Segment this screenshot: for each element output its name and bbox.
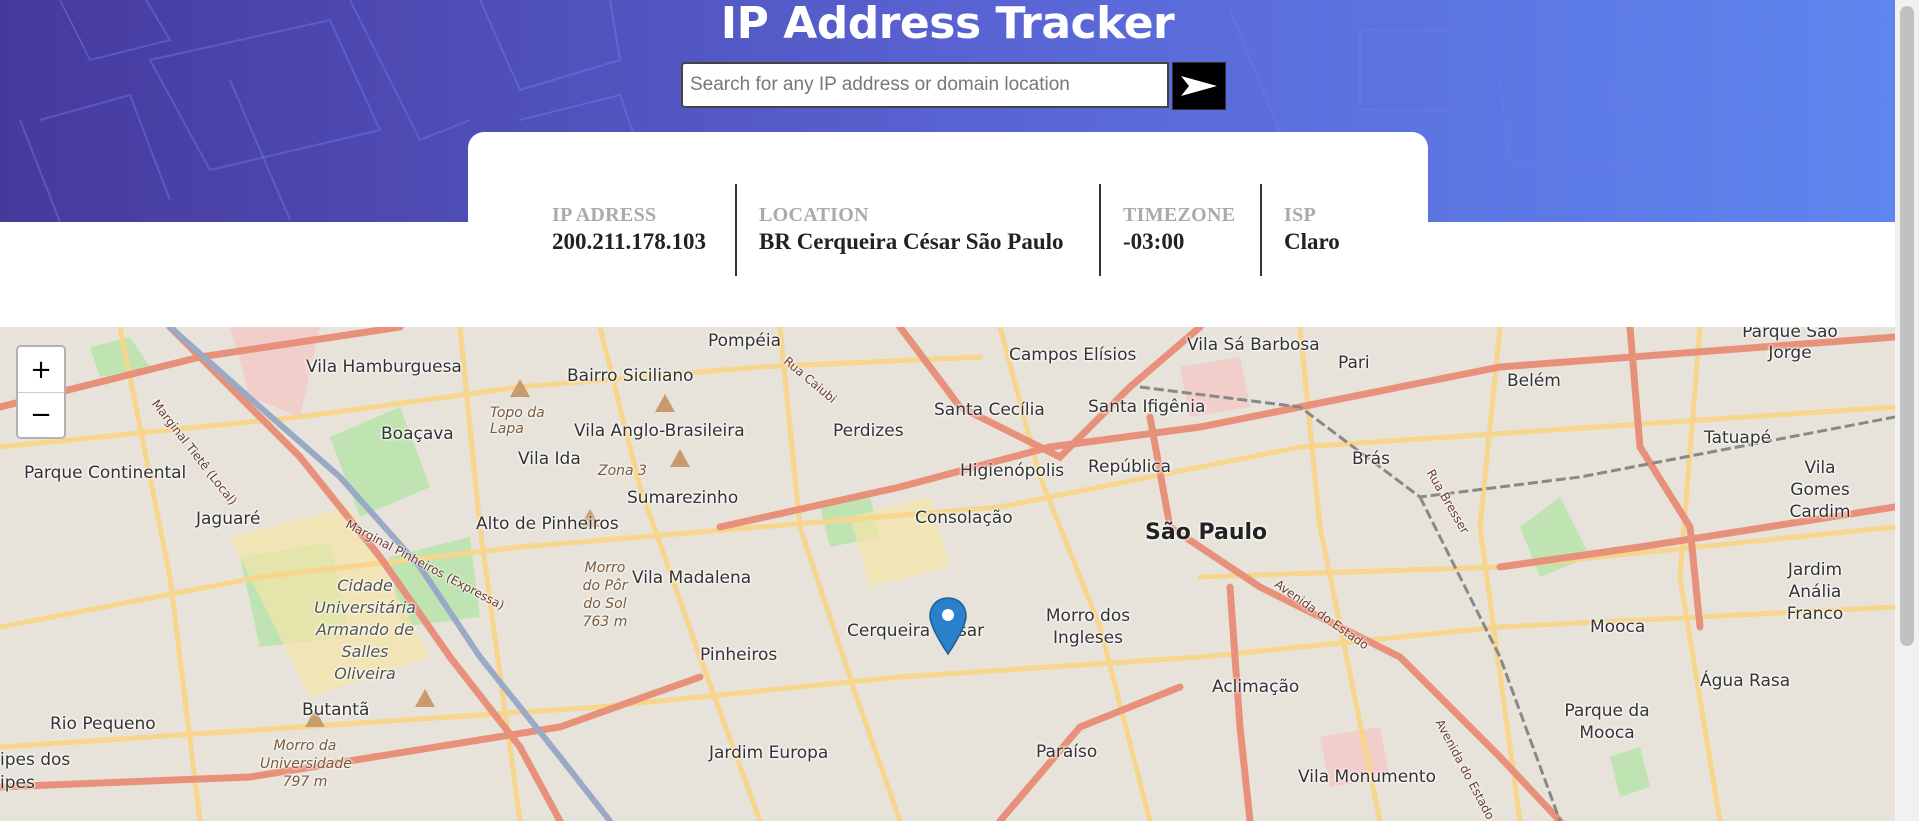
divider — [1260, 184, 1262, 276]
map-label: Consolação — [915, 508, 1013, 528]
timezone-label: TIMEZONE — [1123, 204, 1236, 226]
map-label: Rio Pequeno — [50, 714, 156, 734]
map-label: Tatuapé — [1704, 428, 1772, 448]
zoom-in-button[interactable]: + — [18, 347, 64, 392]
map-label: Pari — [1338, 353, 1370, 373]
map-label: Sumarezinho — [627, 488, 739, 508]
map-label: Butantã — [302, 700, 370, 720]
map-label: Jaguaré — [196, 509, 261, 529]
map-label: Vila Gomes Cardim — [1789, 458, 1851, 522]
scrollbar-thumb[interactable] — [1900, 6, 1914, 646]
map-marker-icon[interactable] — [929, 597, 967, 655]
map-view[interactable]: Pompéia Campos Elísios Vila Sá Barbosa P… — [0, 327, 1895, 821]
map-label: Vila Hamburguesa — [306, 357, 462, 377]
arrow-right-icon — [1181, 76, 1217, 96]
map-label: ipes dos — [0, 750, 71, 770]
map-label: Zona 3 — [598, 463, 647, 479]
map-label: Vila Ida — [518, 449, 581, 469]
location-label: LOCATION — [759, 204, 869, 226]
page-title: IP Address Tracker — [720, 0, 1175, 49]
map-label: Paraíso — [1036, 742, 1098, 762]
map-label: Mooca — [1590, 617, 1646, 637]
map-label: Parque São Jorge — [1742, 327, 1838, 363]
submit-button[interactable] — [1172, 62, 1226, 110]
map-label: Pompéia — [708, 331, 781, 351]
zoom-out-button[interactable]: − — [18, 392, 64, 437]
ip-value: 200.211.178.103 — [552, 229, 706, 254]
location-value: BR Cerqueira César São Paulo — [759, 229, 1064, 254]
map-label: Morro da Universidade 797 m — [260, 738, 352, 790]
map-label: Jardim Europa — [709, 743, 829, 763]
map-label: Belém — [1507, 371, 1561, 391]
map-label: Água Rasa — [1700, 671, 1791, 691]
map-label: Pinheiros — [700, 645, 778, 665]
isp-label: ISP — [1284, 204, 1317, 226]
zoom-control: + − — [16, 345, 66, 439]
map-label: Higienópolis — [960, 461, 1065, 481]
map-label: Vila Monumento — [1298, 767, 1437, 787]
map-label: Santa Ifigênia — [1088, 397, 1206, 417]
map-label: Brás — [1352, 449, 1390, 469]
scrollbar[interactable] — [1895, 0, 1919, 821]
map-label: Parque da Mooca — [1564, 701, 1650, 743]
search-input[interactable] — [681, 62, 1169, 108]
map-label: Jardim Anália Franco — [1786, 560, 1844, 624]
timezone-value: -03:00 — [1123, 229, 1185, 254]
search-form — [681, 62, 1226, 110]
map-label: Vila Madalena — [632, 568, 752, 588]
map-label: Boaçava — [381, 424, 454, 444]
map-label: Morro dos Ingleses — [1045, 606, 1131, 648]
map-label: Aclimação — [1212, 677, 1300, 697]
map-label: Morro do Pôr do Sol 763 m — [582, 560, 628, 630]
map-label: Cidade Universitária Armando de Salles O… — [314, 576, 416, 683]
ip-label: IP ADRESS — [552, 204, 657, 226]
map-label: Vila Anglo-Brasileira — [574, 421, 745, 441]
map-label: ipes — [0, 773, 35, 793]
map-label: Topo da Lapa — [490, 405, 545, 437]
map-label: República — [1088, 457, 1172, 477]
map-label: Campos Elísios — [1009, 345, 1137, 365]
isp-value: Claro — [1284, 229, 1340, 254]
map-label: Alto de Pinheiros — [476, 514, 619, 534]
map-label: Parque Continental — [24, 463, 187, 483]
divider — [735, 184, 737, 276]
map-label: Vila Sá Barbosa — [1187, 335, 1320, 355]
divider — [1099, 184, 1101, 276]
map-label: Bairro Siciliano — [567, 366, 694, 386]
map-label: São Paulo — [1145, 520, 1268, 545]
map-label: Santa Cecília — [934, 400, 1045, 420]
map-label: Perdizes — [833, 421, 904, 441]
